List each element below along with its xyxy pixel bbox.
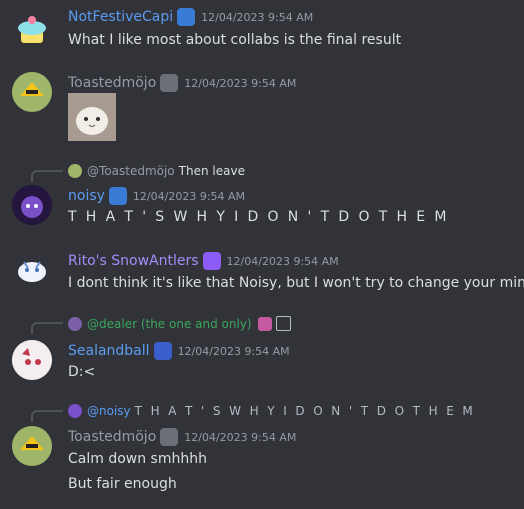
image-attachment-icon	[275, 316, 291, 331]
bee-avatar-icon	[12, 426, 52, 466]
timestamp: 12/04/2023 9:54 AM	[184, 430, 297, 444]
timestamp: 12/04/2023 9:54 AM	[177, 344, 290, 358]
snow-creature-avatar-icon	[18, 261, 46, 282]
timestamp: 12/04/2023 9:54 AM	[132, 189, 246, 203]
cupcake-avatar-icon	[18, 16, 46, 43]
username[interactable]: Toastedmöjo	[68, 75, 156, 91]
avatar[interactable]	[12, 250, 52, 290]
role-icon	[177, 8, 196, 26]
role-icon	[202, 252, 221, 270]
reply-avatar	[68, 404, 82, 418]
image-attachment[interactable]	[68, 93, 116, 141]
avatar[interactable]	[12, 426, 52, 466]
role-icon	[108, 187, 127, 205]
username[interactable]: Toastedmöjo	[68, 429, 156, 445]
avatar[interactable]	[12, 10, 52, 50]
avatar[interactable]	[12, 340, 52, 380]
role-icon	[160, 428, 179, 446]
role-icon	[160, 74, 179, 92]
reply-username[interactable]: @noisy	[87, 404, 131, 418]
role-icon	[153, 342, 172, 360]
avatar[interactable]	[12, 72, 52, 112]
message-text: Calm down smhhhh	[68, 451, 207, 467]
reply-avatar	[68, 316, 82, 331]
timestamp: 12/04/2023 9:54 AM	[201, 10, 314, 24]
avatar[interactable]	[12, 185, 52, 225]
cat-image-icon	[68, 93, 116, 141]
flame-emoji-icon	[257, 316, 272, 331]
message-text: D:<	[68, 364, 96, 380]
username[interactable]: noisy	[68, 188, 105, 204]
reply-connector	[31, 410, 63, 422]
reply-connector	[31, 322, 63, 334]
reply-text[interactable]: Then leave	[179, 164, 245, 178]
username[interactable]: NotFestiveCapi	[68, 9, 173, 25]
message-text: I dont think it's like that Noisy, but I…	[68, 275, 524, 291]
username[interactable]: Sealandball	[68, 343, 150, 359]
reply-avatar	[68, 164, 82, 178]
message-text: What I like most about collabs is the fi…	[68, 32, 402, 48]
username[interactable]: Rito's SnowAntlers	[68, 253, 199, 269]
timestamp: 12/04/2023 9:54 AM	[184, 76, 297, 90]
reply-username[interactable]: @dealer (the one and only)	[87, 317, 252, 331]
bee-avatar-icon	[12, 72, 52, 112]
reply-connector	[31, 170, 63, 182]
timestamp: 12/04/2023 9:54 AM	[226, 254, 339, 268]
seal-avatar-icon	[12, 340, 52, 380]
purple-robot-avatar-icon	[12, 185, 52, 225]
reply-text[interactable]: T H A T ' S W H Y I D O N ' T D O T H E …	[135, 404, 476, 418]
message-text-continued: But fair enough	[68, 476, 177, 492]
message-text: T H A T ' S W H Y I D O N ' T D O T H E …	[68, 209, 449, 225]
reply-username[interactable]: @Toastedmöjo	[87, 164, 175, 178]
